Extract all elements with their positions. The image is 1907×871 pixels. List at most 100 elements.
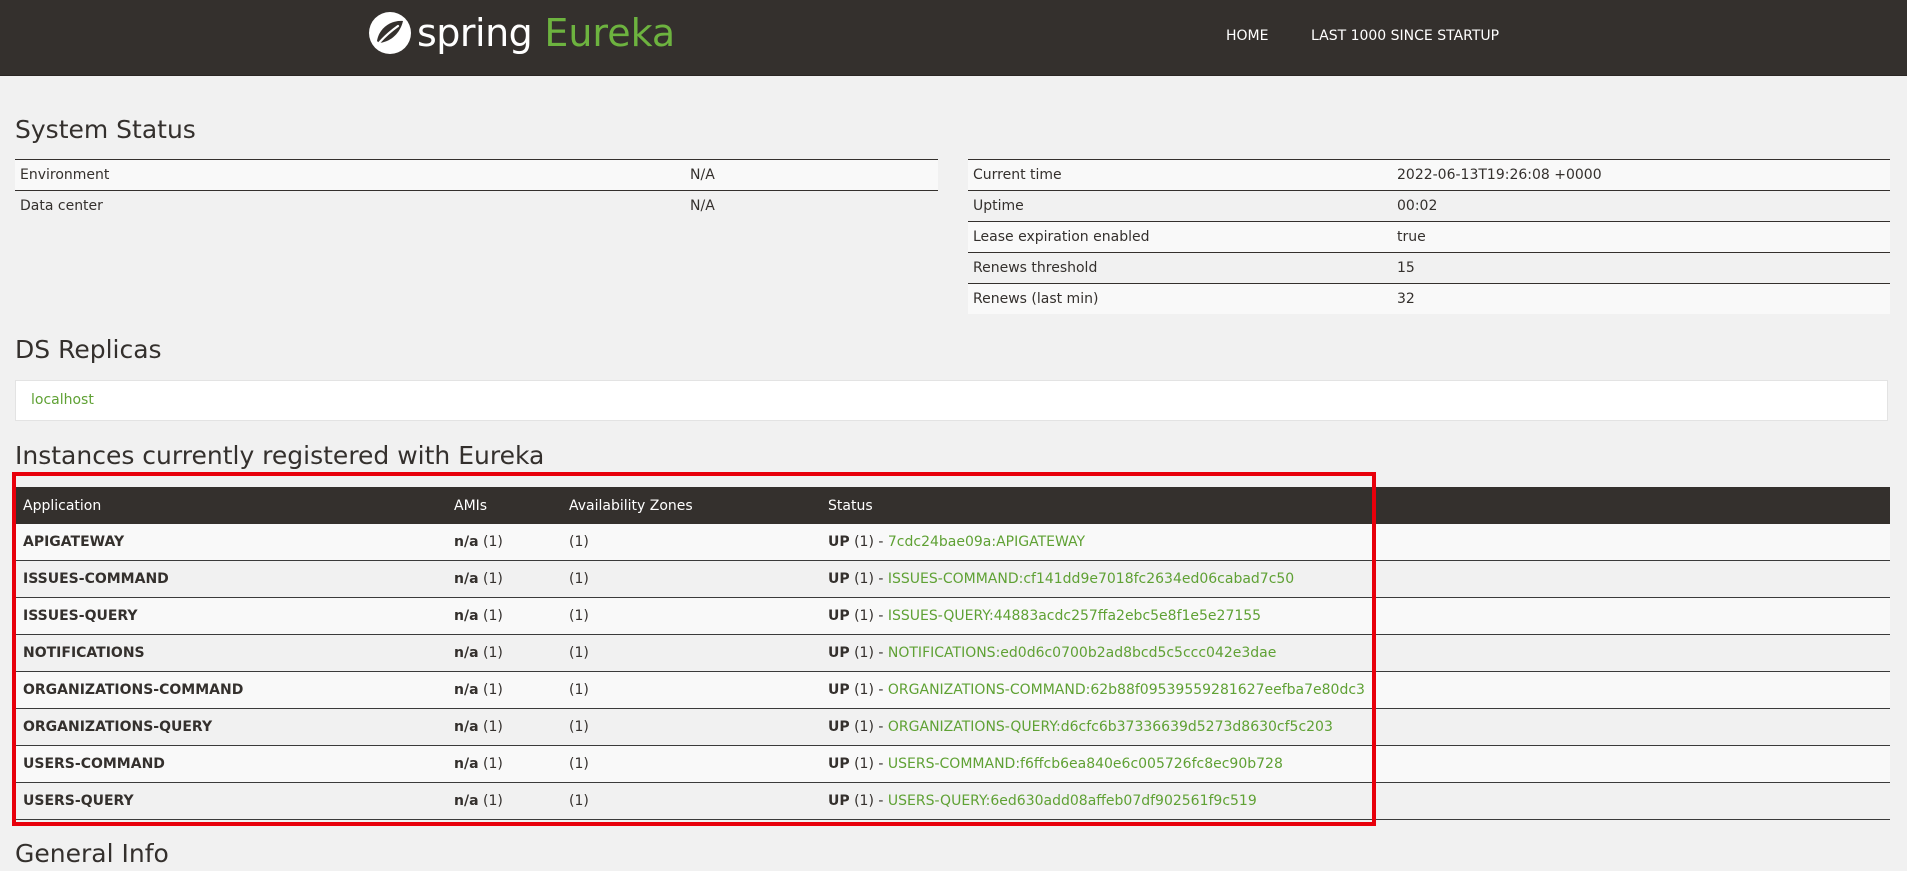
ami-value: n/a — [454, 608, 479, 624]
navbar: spring Eureka HOME LAST 1000 SINCE START… — [0, 0, 1907, 76]
ami-value: n/a — [454, 645, 479, 661]
environment-value: N/A — [685, 159, 938, 191]
status-count: (1) - — [854, 756, 884, 772]
availability-zones-cell: (1) — [561, 634, 820, 672]
brand-eureka-text: Eureka — [544, 11, 676, 55]
status-count: (1) - — [854, 682, 884, 698]
status-count: (1) - — [854, 645, 884, 661]
status-cell: UP (1) - ORGANIZATIONS-COMMAND:62b88f095… — [820, 671, 1890, 709]
ami-value: n/a — [454, 571, 479, 587]
column-header-amis: AMIs — [446, 487, 561, 524]
instance-link[interactable]: USERS-QUERY:6ed630add08affeb07df902561f9… — [888, 793, 1257, 809]
table-row: Data center N/A — [15, 190, 938, 221]
ami-value: n/a — [454, 534, 479, 550]
availability-zones-cell: (1) — [561, 597, 820, 635]
application-name: USERS-QUERY — [15, 782, 446, 820]
uptime-value: 00:02 — [1392, 190, 1890, 222]
ami-cell: n/a (1) — [446, 524, 561, 561]
application-name: ORGANIZATIONS-COMMAND — [15, 671, 446, 709]
brand-spring-text: spring — [417, 11, 533, 55]
renews-last-min-label: Renews (last min) — [968, 283, 1392, 314]
renews-threshold-label: Renews threshold — [968, 252, 1392, 284]
status-count: (1) - — [854, 793, 884, 809]
status-value: UP — [828, 571, 850, 587]
status-value: UP — [828, 756, 850, 772]
instance-link[interactable]: ISSUES-QUERY:44883acdc257ffa2ebc5e8f1e5e… — [888, 608, 1261, 624]
nav-home-link[interactable]: HOME — [1226, 28, 1268, 44]
status-cell: UP (1) - ORGANIZATIONS-QUERY:d6cfc6b3733… — [820, 708, 1890, 746]
table-row: Current time 2022-06-13T19:26:08 +0000 — [968, 159, 1890, 191]
instance-link[interactable]: ORGANIZATIONS-QUERY:d6cfc6b37336639d5273… — [888, 719, 1333, 735]
instance-link[interactable]: ISSUES-COMMAND:cf141dd9e7018fc2634ed06ca… — [888, 571, 1294, 587]
ami-value: n/a — [454, 682, 479, 698]
ami-count: (1) — [482, 756, 503, 772]
instance-link[interactable]: 7cdc24bae09a:APIGATEWAY — [888, 534, 1085, 550]
ami-cell: n/a (1) — [446, 782, 561, 820]
status-count: (1) - — [854, 571, 884, 587]
table-row: ORGANIZATIONS-COMMAND n/a (1) (1) UP (1)… — [15, 671, 1890, 709]
status-cell: UP (1) - NOTIFICATIONS:ed0d6c0700b2ad8bc… — [820, 634, 1890, 672]
data-center-label: Data center — [15, 190, 685, 221]
nav-last-1000-link[interactable]: LAST 1000 SINCE STARTUP — [1311, 28, 1499, 44]
instance-link[interactable]: ORGANIZATIONS-COMMAND:62b88f095395592816… — [888, 682, 1365, 698]
ami-count: (1) — [482, 608, 503, 624]
status-cell: UP (1) - ISSUES-COMMAND:cf141dd9e7018fc2… — [820, 560, 1890, 598]
instance-link[interactable]: NOTIFICATIONS:ed0d6c0700b2ad8bcd5c5ccc04… — [888, 645, 1277, 661]
ami-count: (1) — [482, 793, 503, 809]
application-name: ISSUES-QUERY — [15, 597, 446, 635]
availability-zones-cell: (1) — [561, 524, 820, 561]
ds-replicas-title: DS Replicas — [15, 335, 162, 364]
availability-zones-cell: (1) — [561, 560, 820, 598]
status-count: (1) - — [854, 719, 884, 735]
availability-zones-cell: (1) — [561, 782, 820, 820]
ami-cell: n/a (1) — [446, 745, 561, 783]
table-row: NOTIFICATIONS n/a (1) (1) UP (1) - NOTIF… — [15, 634, 1890, 672]
application-name: ORGANIZATIONS-QUERY — [15, 708, 446, 746]
environment-label: Environment — [15, 159, 685, 191]
application-name: ISSUES-COMMAND — [15, 560, 446, 598]
renews-last-min-value: 32 — [1392, 283, 1890, 314]
instances-title: Instances currently registered with Eure… — [15, 441, 545, 470]
system-status-right-table: Current time 2022-06-13T19:26:08 +0000 U… — [968, 159, 1890, 314]
status-cell: UP (1) - ISSUES-QUERY:44883acdc257ffa2eb… — [820, 597, 1890, 635]
ami-value: n/a — [454, 719, 479, 735]
table-row: Environment N/A — [15, 159, 938, 191]
brand-logo[interactable]: spring Eureka — [367, 8, 675, 58]
ami-value: n/a — [454, 756, 479, 772]
status-value: UP — [828, 645, 850, 661]
application-name: NOTIFICATIONS — [15, 634, 446, 672]
table-row: USERS-QUERY n/a (1) (1) UP (1) - USERS-Q… — [15, 782, 1890, 820]
ami-count: (1) — [482, 571, 503, 587]
replica-link-localhost[interactable]: localhost — [31, 392, 94, 408]
data-center-value: N/A — [685, 190, 938, 221]
availability-zones-cell: (1) — [561, 708, 820, 746]
lease-expiration-value: true — [1392, 221, 1890, 253]
status-value: UP — [828, 682, 850, 698]
table-header-row: Application AMIs Availability Zones Stat… — [15, 487, 1890, 524]
instances-table: Application AMIs Availability Zones Stat… — [15, 487, 1890, 820]
application-name: USERS-COMMAND — [15, 745, 446, 783]
ami-cell: n/a (1) — [446, 708, 561, 746]
ami-count: (1) — [482, 534, 503, 550]
table-row: APIGATEWAY n/a (1) (1) UP (1) - 7cdc24ba… — [15, 524, 1890, 561]
renews-threshold-value: 15 — [1392, 252, 1890, 284]
status-value: UP — [828, 793, 850, 809]
table-row: Uptime 00:02 — [968, 190, 1890, 222]
current-time-value: 2022-06-13T19:26:08 +0000 — [1392, 159, 1890, 191]
ami-cell: n/a (1) — [446, 634, 561, 672]
instance-link[interactable]: USERS-COMMAND:f6ffcb6ea840e6c005726fc8ec… — [888, 756, 1283, 772]
ami-count: (1) — [482, 645, 503, 661]
spring-leaf-icon — [369, 12, 411, 54]
status-cell: UP (1) - 7cdc24bae09a:APIGATEWAY — [820, 524, 1890, 561]
uptime-label: Uptime — [968, 190, 1392, 222]
status-count: (1) - — [854, 534, 884, 550]
table-row: Renews threshold 15 — [968, 252, 1890, 284]
table-row: USERS-COMMAND n/a (1) (1) UP (1) - USERS… — [15, 745, 1890, 783]
availability-zones-cell: (1) — [561, 745, 820, 783]
table-row: ORGANIZATIONS-QUERY n/a (1) (1) UP (1) -… — [15, 708, 1890, 746]
column-header-application: Application — [15, 487, 446, 524]
ds-replicas-list: localhost — [15, 380, 1888, 421]
status-cell: UP (1) - USERS-COMMAND:f6ffcb6ea840e6c00… — [820, 745, 1890, 783]
status-cell: UP (1) - USERS-QUERY:6ed630add08affeb07d… — [820, 782, 1890, 820]
availability-zones-cell: (1) — [561, 671, 820, 709]
